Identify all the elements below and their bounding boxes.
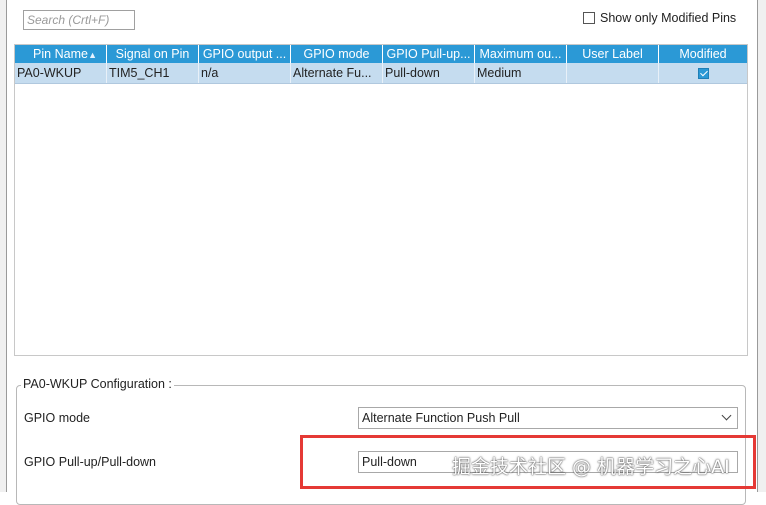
column-header-user-label[interactable]: User Label xyxy=(567,45,659,63)
column-header-pull[interactable]: GPIO Pull-up... xyxy=(383,45,475,63)
column-header-gpio-mode[interactable]: GPIO mode xyxy=(291,45,383,63)
gpio-mode-label: GPIO mode xyxy=(24,411,90,425)
configuration-title: PA0-WKUP Configuration : xyxy=(21,377,174,391)
gpio-mode-value: Alternate Function Push Pull xyxy=(362,411,520,425)
chevron-down-icon xyxy=(721,410,732,421)
column-header-pin-name[interactable]: Pin Name ▲ xyxy=(15,45,107,63)
pull-label: GPIO Pull-up/Pull-down xyxy=(24,455,157,469)
table-row[interactable]: PA0-WKUP TIM5_CH1 n/a Alternate Fu... Pu… xyxy=(15,63,747,84)
pin-table: Pin Name ▲ Signal on Pin GPIO output ...… xyxy=(14,44,748,356)
cell-modified xyxy=(659,63,747,83)
cell-signal: TIM5_CH1 xyxy=(107,63,199,83)
watermark: 掘金技术社区 @ 机器学习之心AI xyxy=(452,456,730,478)
column-header-gpio-output[interactable]: GPIO output ... xyxy=(199,45,291,63)
cell-pin-name: PA0-WKUP xyxy=(15,63,107,83)
cell-gpio-mode: Alternate Fu... xyxy=(291,63,383,83)
column-header-signal[interactable]: Signal on Pin xyxy=(107,45,199,63)
cell-max-output: Medium xyxy=(475,63,567,83)
cell-user-label[interactable] xyxy=(567,63,659,83)
cell-pull: Pull-down xyxy=(383,63,475,83)
show-modified-checkbox[interactable] xyxy=(583,12,595,24)
search-input[interactable]: Search (Crtl+F) xyxy=(23,10,135,30)
column-header-max-output[interactable]: Maximum ou... xyxy=(475,45,567,63)
right-window-frame xyxy=(757,0,766,492)
show-modified-label: Show only Modified Pins xyxy=(600,11,737,25)
show-modified-toggle[interactable]: Show only Modified Pins xyxy=(583,10,736,26)
column-header-label: Pin Name xyxy=(33,47,88,61)
left-window-frame xyxy=(0,0,7,492)
table-header: Pin Name ▲ Signal on Pin GPIO output ...… xyxy=(15,45,747,63)
cell-gpio-output: n/a xyxy=(199,63,291,83)
modified-checkbox-checked xyxy=(697,68,709,80)
gpio-mode-select[interactable]: Alternate Function Push Pull xyxy=(358,407,738,429)
column-header-modified[interactable]: Modified xyxy=(659,45,747,63)
sort-ascending-icon: ▲ xyxy=(88,50,97,60)
